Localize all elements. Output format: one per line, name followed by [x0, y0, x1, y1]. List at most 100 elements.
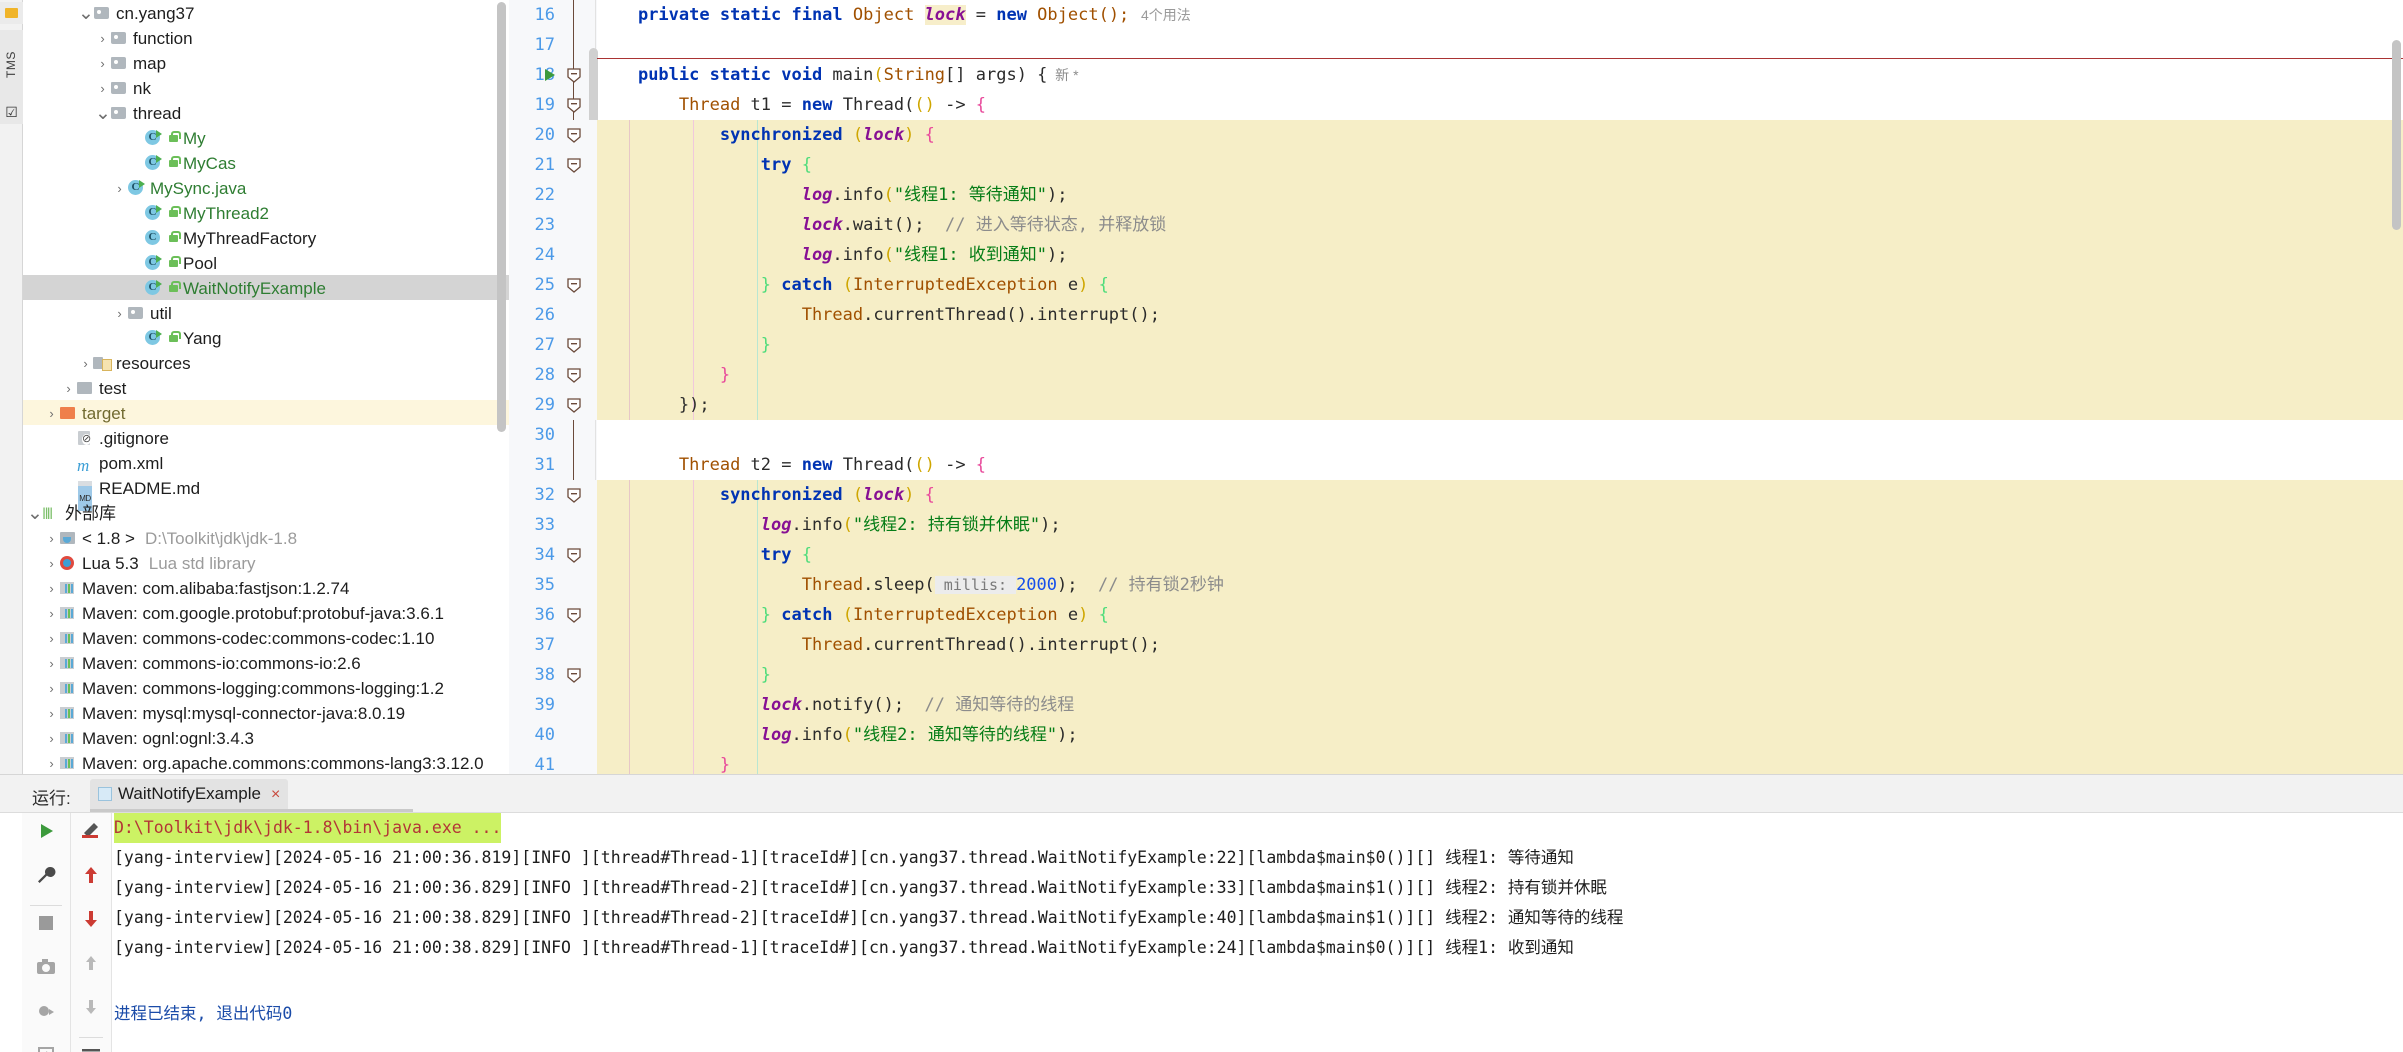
code-line[interactable]: 32 synchronized (lock) { — [509, 480, 2403, 510]
tree-row-mysync-java[interactable]: › MySync.java — [23, 175, 509, 200]
tree-row-thread[interactable]: ⌄ thread — [23, 100, 509, 125]
code-line[interactable]: 25 } catch (InterruptedException e) { — [509, 270, 2403, 300]
tree-row-nk[interactable]: › nk — [23, 75, 509, 100]
code-line[interactable]: 35 Thread.sleep( millis: 2000); // 持有锁2秒… — [509, 570, 2403, 600]
rerun-button[interactable] — [22, 821, 70, 857]
tree-row-test[interactable]: › test — [23, 375, 509, 400]
code-line[interactable]: 18 public static void main(String[] args… — [535, 58, 2403, 90]
checkbox-icon[interactable]: ☑ — [0, 100, 23, 124]
fold-collapse-icon[interactable] — [567, 398, 581, 413]
export-button[interactable] — [22, 1046, 70, 1052]
chevron-right-icon[interactable]: › — [44, 626, 59, 651]
tree-row-pom-xml[interactable]: ›pom.xml — [23, 450, 509, 478]
code-line[interactable]: 26 Thread.currentThread().interrupt(); — [509, 300, 2403, 330]
code-line[interactable]: 39 lock.notify(); // 通知等待的线程 — [509, 690, 2403, 720]
tree-row-mythreadfactory[interactable]: ›MyThreadFactory — [23, 225, 509, 250]
tree-row-maven-commons-codec-commons-codec-1-10[interactable]: › Maven: commons-codec:commons-codec:1.10 — [23, 625, 509, 650]
code-line[interactable]: 23 lock.wait(); // 进入等待状态, 并释放锁 — [509, 210, 2403, 240]
run-toolbar-secondary[interactable] — [70, 813, 112, 1052]
code-line[interactable]: 17 — [535, 30, 2403, 60]
chevron-right-icon[interactable]: › — [44, 551, 59, 576]
code-line[interactable]: 31 Thread t2 = new Thread(() -> { — [535, 450, 2403, 480]
code-line[interactable]: 22 log.info("线程1: 等待通知"); — [509, 180, 2403, 210]
debug-thread-dump-button[interactable] — [22, 1002, 70, 1038]
tree-row-maven-org-apache-commons-commons-lang3-3-12-0[interactable]: › Maven: org.apache.commons:commons-lang3… — [23, 750, 509, 774]
fold-collapse-icon[interactable] — [567, 338, 581, 353]
run-gutter-icon[interactable] — [545, 69, 555, 81]
console-output[interactable]: D:\Toolkit\jdk\jdk-1.8\bin\java.exe ... … — [112, 813, 2403, 1052]
code-line[interactable]: 40 log.info("线程2: 通知等待的线程"); — [509, 720, 2403, 750]
fold-collapse-icon[interactable] — [567, 158, 581, 173]
chevron-right-icon[interactable]: › — [95, 51, 110, 76]
chevron-right-icon[interactable]: › — [112, 176, 127, 201]
chevron-right-icon[interactable]: › — [78, 351, 93, 376]
project-folder-icon[interactable] — [0, 2, 23, 24]
chevron-right-icon[interactable]: › — [44, 401, 59, 426]
fold-collapse-icon[interactable] — [567, 608, 581, 623]
project-tree-scrollbar[interactable] — [497, 2, 506, 432]
tree-row-function[interactable]: › function — [23, 25, 509, 50]
tree-row-mycas[interactable]: ›MyCas — [23, 150, 509, 175]
code-lines[interactable]: 16 private static final Object lock = ne… — [509, 0, 2403, 774]
code-line[interactable]: 30 — [535, 420, 2403, 450]
tree-row-maven-commons-logging-commons-logging-1-2[interactable]: › Maven: commons-logging:commons-logging:… — [23, 675, 509, 700]
tree-row-util[interactable]: › util — [23, 300, 509, 325]
next-occurrence-icon[interactable] — [71, 909, 111, 945]
run-config-tab[interactable]: WaitNotifyExample × — [90, 779, 289, 809]
tree-row-lua-5-3[interactable]: › Lua 5.3 Lua std library — [23, 550, 509, 575]
fold-collapse-icon[interactable] — [567, 68, 581, 83]
code-line[interactable]: 36 } catch (InterruptedException e) { — [509, 600, 2403, 630]
chevron-right-icon[interactable]: › — [44, 751, 59, 774]
chevron-right-icon[interactable]: › — [112, 301, 127, 326]
tree-row-waitnotifyexample[interactable]: ›WaitNotifyExample — [23, 275, 509, 300]
tree-row-[interactable]: ⌄ 外部库 — [23, 500, 509, 527]
chevron-right-icon[interactable]: › — [44, 651, 59, 676]
code-line[interactable]: 24 log.info("线程1: 收到通知"); — [509, 240, 2403, 270]
tree-row-pool[interactable]: ›Pool — [23, 250, 509, 275]
stop-button[interactable] — [22, 914, 70, 950]
chevron-right-icon[interactable]: › — [61, 376, 76, 401]
soft-wrap-icon[interactable] — [71, 1046, 111, 1052]
chevron-right-icon[interactable]: › — [44, 601, 59, 626]
code-line[interactable]: 27 } — [509, 330, 2403, 360]
chevron-right-icon[interactable]: › — [95, 76, 110, 101]
chevron-right-icon[interactable]: › — [44, 526, 59, 551]
code-line[interactable]: 28 } — [509, 360, 2403, 390]
tree-row-gitignore[interactable]: ›.gitignore — [23, 425, 509, 450]
tree-row-cn-yang37[interactable]: ⌄ cn.yang37 — [23, 0, 509, 25]
tree-row-maven-com-alibaba-fastjson-1-2-74[interactable]: › Maven: com.alibaba:fastjson:1.2.74 — [23, 575, 509, 600]
tree-row-resources[interactable]: › resources — [23, 350, 509, 375]
fold-collapse-icon[interactable] — [567, 278, 581, 293]
run-toolbar-primary[interactable] — [22, 813, 70, 1052]
tree-row-maven-commons-io-commons-io-2-6[interactable]: › Maven: commons-io:commons-io:2.6 — [23, 650, 509, 675]
soft-previous-icon[interactable] — [71, 953, 111, 989]
tree-row-my[interactable]: ›My — [23, 125, 509, 150]
tms-tool-window-label[interactable]: TMS — [0, 30, 23, 100]
fold-collapse-icon[interactable] — [567, 128, 581, 143]
tree-row-maven-ognl-ognl-3-4-3[interactable]: › Maven: ognl:ognl:3.4.3 — [23, 725, 509, 750]
chevron-down-icon[interactable]: ⌄ — [95, 104, 111, 123]
code-line[interactable]: 37 Thread.currentThread().interrupt(); — [509, 630, 2403, 660]
settings-wrench-button[interactable] — [22, 865, 70, 901]
chevron-right-icon[interactable]: › — [44, 676, 59, 701]
fold-collapse-icon[interactable] — [567, 488, 581, 503]
tree-row-maven-mysql-mysql-connector-java-8-0-19[interactable]: › Maven: mysql:mysql-connector-java:8.0.1… — [23, 700, 509, 725]
fold-collapse-icon[interactable] — [567, 98, 581, 113]
chevron-down-icon[interactable]: ⌄ — [27, 504, 43, 523]
tree-row-map[interactable]: › map — [23, 50, 509, 75]
chevron-right-icon[interactable]: › — [44, 726, 59, 751]
code-line[interactable]: 19 Thread t1 = new Thread(() -> { — [535, 90, 2403, 120]
clear-all-icon[interactable] — [71, 821, 111, 857]
tree-row-maven-com-google-protobuf-protobuf-java-3-6-1[interactable]: › Maven: com.google.protobuf:protobuf-jav… — [23, 600, 509, 625]
close-icon[interactable]: × — [271, 786, 280, 803]
soft-next-icon[interactable] — [71, 997, 111, 1033]
code-line[interactable]: 20 synchronized (lock) { — [509, 120, 2403, 150]
code-line[interactable]: 34 try { — [509, 540, 2403, 570]
code-line[interactable]: 29 }); — [509, 390, 2403, 420]
tree-row-yang[interactable]: ›Yang — [23, 325, 509, 350]
project-tree[interactable]: ⌄cn.yang37›function›map›nk⌄thread›My›MyC… — [23, 0, 509, 774]
tree-row-readme-md[interactable]: ›README.md — [23, 475, 509, 511]
code-line[interactable]: 21 try { — [509, 150, 2403, 180]
chevron-down-icon[interactable]: ⌄ — [78, 4, 94, 23]
camera-snapshot-button[interactable] — [22, 958, 70, 994]
